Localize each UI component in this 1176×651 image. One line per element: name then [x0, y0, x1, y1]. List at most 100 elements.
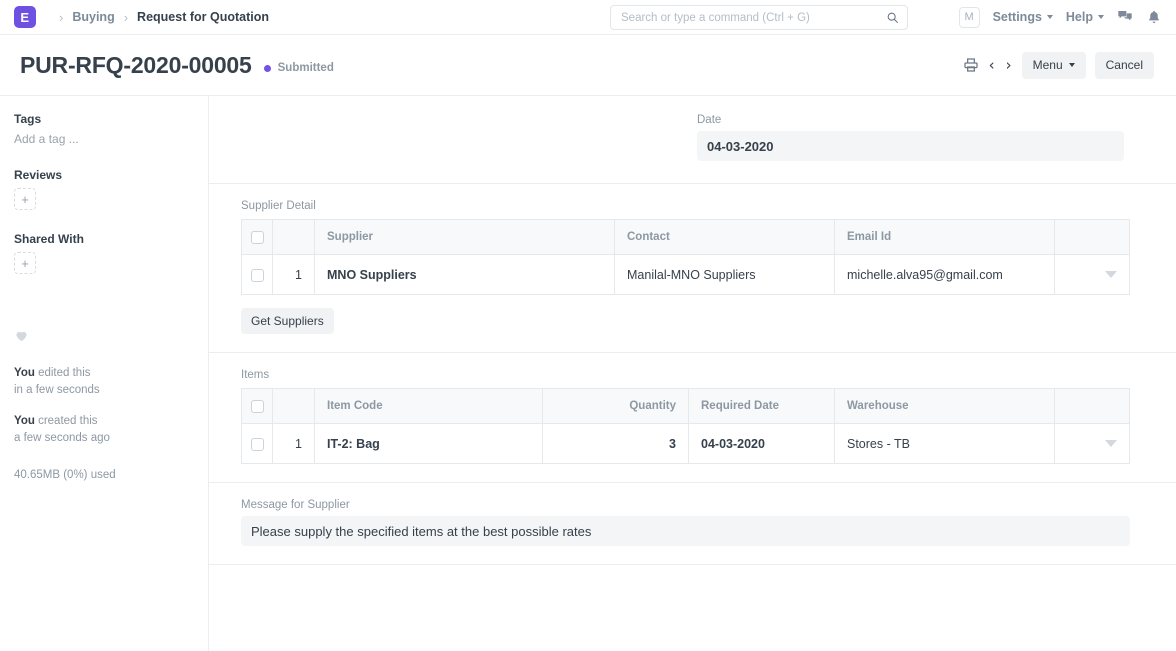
- status-dot-icon: [264, 65, 271, 72]
- column-header-actions: [1055, 220, 1130, 255]
- chevron-down-icon: [1098, 15, 1104, 19]
- section-supplier-detail: Supplier Detail Supplier Contact Email I…: [209, 184, 1176, 353]
- edited-text: edited this: [38, 367, 90, 379]
- items-table: Item Code Quantity Required Date Warehou…: [241, 388, 1130, 464]
- column-header-contact[interactable]: Contact: [615, 220, 835, 255]
- cell-warehouse[interactable]: Stores - TB: [835, 424, 1055, 464]
- reviews-heading: Reviews: [14, 168, 193, 182]
- chevron-down-icon: [1069, 63, 1075, 67]
- row-index: 1: [273, 255, 315, 295]
- menu-button[interactable]: Menu: [1022, 52, 1086, 79]
- sidebar-section-tags: Tags Add a tag ...: [14, 112, 193, 146]
- help-dropdown[interactable]: Help: [1066, 10, 1104, 24]
- add-review-button[interactable]: +: [14, 188, 36, 210]
- page-title: PUR-RFQ-2020-00005: [20, 52, 252, 79]
- breadcrumb: › Buying › Request for Quotation: [50, 10, 269, 25]
- prev-document-button[interactable]: ‹: [988, 58, 996, 73]
- cell-contact[interactable]: Manilal-MNO Suppliers: [615, 255, 835, 295]
- cancel-button[interactable]: Cancel: [1095, 52, 1154, 79]
- sidebar-section-reviews: Reviews +: [14, 168, 193, 210]
- select-all-header: [242, 389, 273, 424]
- breadcrumb-item-buying[interactable]: Buying: [72, 10, 114, 24]
- tags-heading: Tags: [14, 112, 193, 126]
- select-all-checkbox[interactable]: [251, 231, 264, 244]
- date-field: Date 04-03-2020: [697, 114, 1124, 161]
- settings-dropdown[interactable]: Settings: [993, 10, 1053, 24]
- settings-label: Settings: [993, 10, 1042, 24]
- navbar: E › Buying › Request for Quotation M Set…: [0, 0, 1176, 35]
- supplier-detail-label: Supplier Detail: [241, 200, 1130, 212]
- heart-icon[interactable]: [14, 328, 29, 343]
- status-badge: Submitted: [264, 62, 334, 74]
- row-checkbox[interactable]: [251, 269, 264, 282]
- row-checkbox[interactable]: [251, 438, 264, 451]
- page-body: Tags Add a tag ... Reviews + Shared With…: [0, 96, 1176, 651]
- created-info: You created this a few seconds ago: [14, 413, 193, 447]
- column-header-item-code[interactable]: Item Code: [315, 389, 543, 424]
- cell-item-code[interactable]: IT-2: Bag: [315, 424, 543, 464]
- printer-icon[interactable]: [963, 57, 979, 73]
- row-expand-cell: [1055, 255, 1130, 295]
- bell-icon[interactable]: [1146, 9, 1162, 25]
- chevron-right-icon: ›: [124, 10, 128, 25]
- breadcrumb-item-request-for-quotation[interactable]: Request for Quotation: [137, 10, 269, 24]
- edited-time: in a few seconds: [14, 384, 100, 396]
- cell-supplier[interactable]: MNO Suppliers: [315, 255, 615, 295]
- column-header-email-id[interactable]: Email Id: [835, 220, 1055, 255]
- section-date: Date 04-03-2020: [209, 96, 1176, 184]
- select-all-header: [242, 220, 273, 255]
- shared-with-heading: Shared With: [14, 232, 193, 246]
- add-shared-user-button[interactable]: +: [14, 252, 36, 274]
- edited-by: You: [14, 367, 35, 379]
- column-header-required-date[interactable]: Required Date: [689, 389, 835, 424]
- select-all-checkbox[interactable]: [251, 400, 264, 413]
- created-by: You: [14, 415, 35, 427]
- edited-info: You edited this in a few seconds: [14, 365, 193, 399]
- page-header: PUR-RFQ-2020-00005 Submitted ‹ › Menu Ca…: [0, 35, 1176, 96]
- expand-row-icon[interactable]: [1105, 440, 1117, 447]
- chevron-right-icon: ›: [59, 10, 63, 25]
- message-label: Message for Supplier: [241, 499, 1130, 511]
- cell-required-date[interactable]: 04-03-2020: [689, 424, 835, 464]
- index-header: [273, 389, 315, 424]
- help-label: Help: [1066, 10, 1093, 24]
- menu-button-label: Menu: [1033, 58, 1063, 72]
- search-box[interactable]: [610, 5, 908, 30]
- section-message-for-supplier: Message for Supplier Please supply the s…: [209, 483, 1176, 565]
- chat-icon[interactable]: [1117, 9, 1133, 25]
- chevron-down-icon: [1047, 15, 1053, 19]
- column-header-warehouse[interactable]: Warehouse: [835, 389, 1055, 424]
- supplier-detail-table: Supplier Contact Email Id 1 MNO Supplier…: [241, 219, 1130, 295]
- cell-email-id[interactable]: michelle.alva95@gmail.com: [835, 255, 1055, 295]
- date-label: Date: [697, 114, 1124, 126]
- storage-usage: 40.65MB (0%) used: [14, 467, 193, 484]
- items-label: Items: [241, 369, 1130, 381]
- date-input[interactable]: 04-03-2020: [697, 131, 1124, 161]
- sidebar-section-shared-with: Shared With +: [14, 232, 193, 274]
- get-suppliers-button[interactable]: Get Suppliers: [241, 308, 334, 334]
- table-header-row: Supplier Contact Email Id: [242, 220, 1130, 255]
- next-document-button[interactable]: ›: [1005, 58, 1013, 73]
- column-header-supplier[interactable]: Supplier: [315, 220, 615, 255]
- app-logo[interactable]: E: [14, 6, 36, 28]
- table-row[interactable]: 1 MNO Suppliers Manilal-MNO Suppliers mi…: [242, 255, 1130, 295]
- add-tag-input[interactable]: Add a tag ...: [14, 132, 193, 146]
- message-input[interactable]: Please supply the specified items at the…: [241, 516, 1130, 546]
- avatar[interactable]: M: [959, 7, 980, 28]
- search-icon: [886, 11, 899, 24]
- column-header-actions: [1055, 389, 1130, 424]
- row-select-cell: [242, 424, 273, 464]
- page-header-actions: ‹ › Menu Cancel: [963, 52, 1154, 79]
- table-header-row: Item Code Quantity Required Date Warehou…: [242, 389, 1130, 424]
- created-text: created this: [38, 415, 97, 427]
- search-container: [610, 5, 908, 30]
- sidebar: Tags Add a tag ... Reviews + Shared With…: [0, 96, 209, 651]
- search-input[interactable]: [619, 11, 886, 25]
- index-header: [273, 220, 315, 255]
- created-time: a few seconds ago: [14, 432, 110, 444]
- expand-row-icon[interactable]: [1105, 271, 1117, 278]
- navbar-right: M Settings Help: [959, 7, 1162, 28]
- table-row[interactable]: 1 IT-2: Bag 3 04-03-2020 Stores - TB: [242, 424, 1130, 464]
- column-header-quantity[interactable]: Quantity: [543, 389, 689, 424]
- cell-quantity[interactable]: 3: [543, 424, 689, 464]
